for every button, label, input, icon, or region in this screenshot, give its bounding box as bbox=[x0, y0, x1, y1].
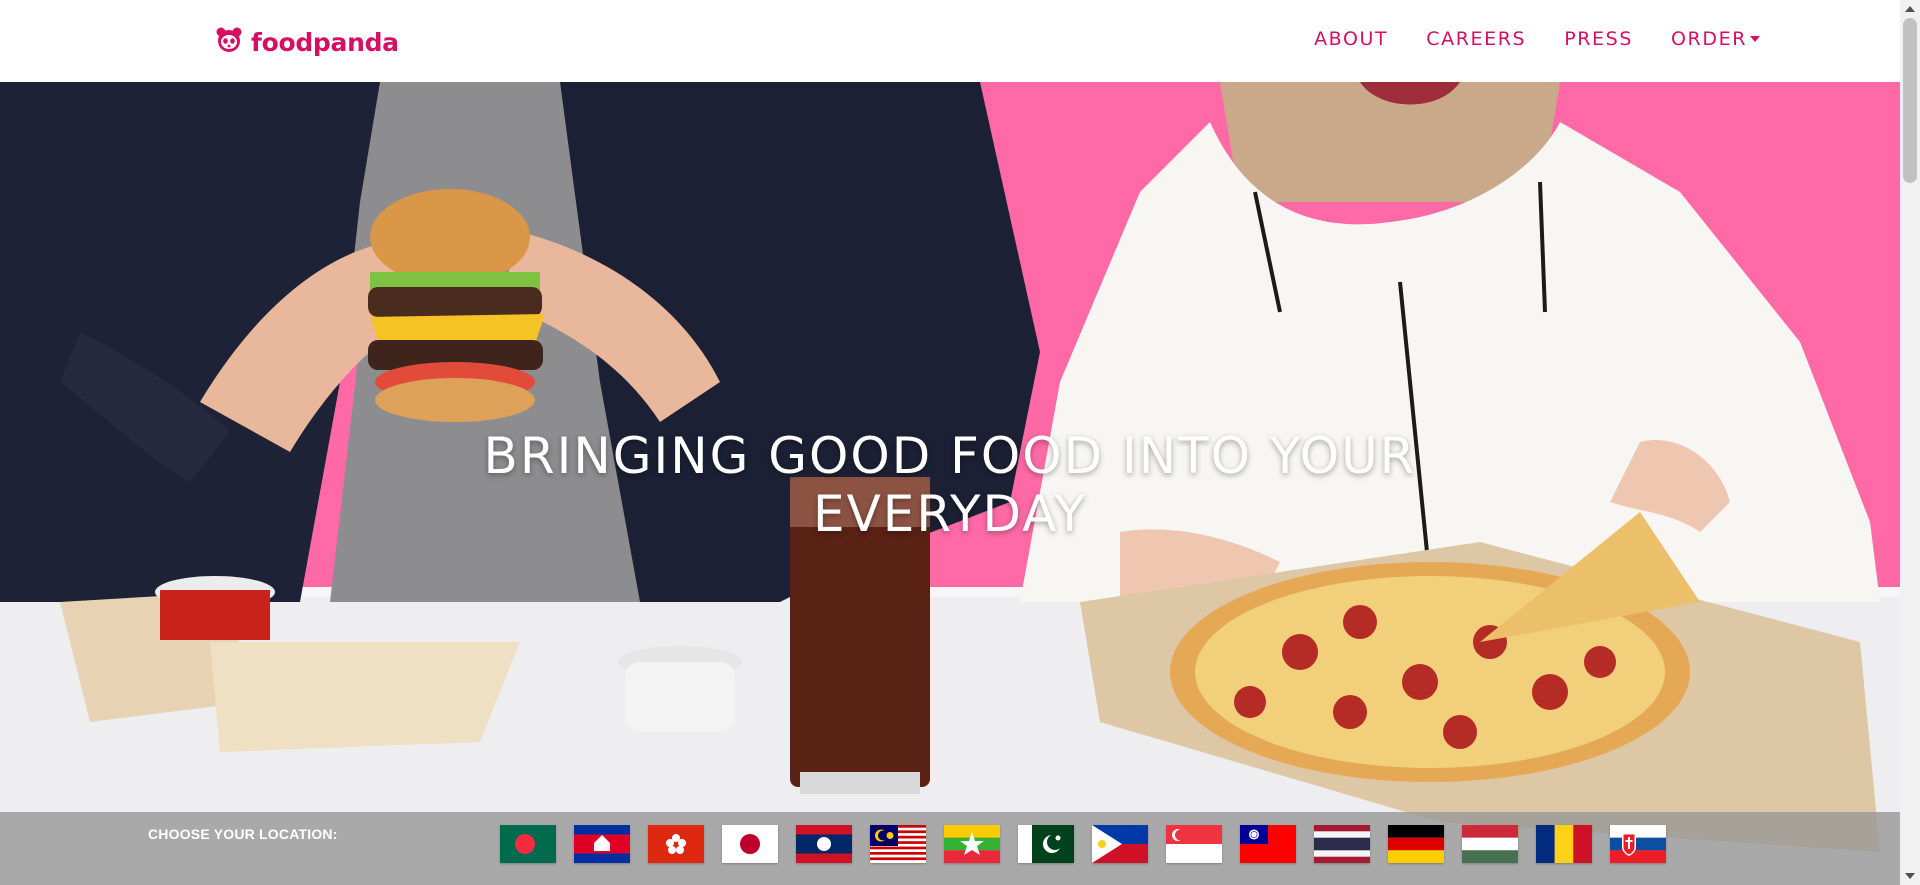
taiwan-flag-icon[interactable] bbox=[1240, 825, 1296, 863]
romania-flag-icon[interactable] bbox=[1536, 825, 1592, 863]
brand-name: foodpanda bbox=[251, 27, 399, 57]
hong-kong-flag-icon[interactable] bbox=[648, 825, 704, 863]
nav-about-label: ABOUT bbox=[1314, 28, 1389, 50]
nav-order-label: ORDER bbox=[1671, 28, 1747, 50]
slovakia-flag-icon[interactable] bbox=[1610, 825, 1666, 863]
singapore-flag-icon[interactable] bbox=[1166, 825, 1222, 863]
scroll-down-icon[interactable] bbox=[1905, 873, 1915, 879]
nav-careers[interactable]: CAREERS bbox=[1426, 28, 1526, 50]
nav-order-dropdown[interactable]: ORDER bbox=[1671, 28, 1760, 50]
scroll-up-icon[interactable] bbox=[1905, 6, 1915, 12]
foodpanda-logo[interactable]: foodpanda bbox=[215, 26, 399, 58]
japan-flag-icon[interactable] bbox=[722, 825, 778, 863]
caret-down-icon bbox=[1750, 36, 1760, 42]
vertical-scrollbar[interactable] bbox=[1900, 0, 1920, 885]
nav-careers-label: CAREERS bbox=[1426, 28, 1527, 50]
flag-list bbox=[500, 825, 1666, 863]
bangladesh-flag-icon[interactable] bbox=[500, 825, 556, 863]
location-label: CHOOSE YOUR LOCATION: bbox=[148, 826, 338, 842]
panda-icon bbox=[215, 26, 243, 59]
nav-press-label: PRESS bbox=[1564, 28, 1633, 50]
malaysia-flag-icon[interactable] bbox=[870, 825, 926, 863]
main-nav: ABOUT CAREERS PRESS ORDER bbox=[1314, 28, 1760, 50]
cambodia-flag-icon[interactable] bbox=[574, 825, 630, 863]
hero-headline-line2: EVERYDAY bbox=[813, 485, 1087, 543]
nav-press[interactable]: PRESS bbox=[1564, 28, 1633, 50]
nav-about[interactable]: ABOUT bbox=[1314, 28, 1388, 50]
pakistan-flag-icon[interactable] bbox=[1018, 825, 1074, 863]
thailand-flag-icon[interactable] bbox=[1314, 825, 1370, 863]
scroll-thumb[interactable] bbox=[1903, 18, 1917, 183]
top-header: foodpanda ABOUT CAREERS PRESS ORDER bbox=[0, 0, 1900, 82]
laos-flag-icon[interactable] bbox=[796, 825, 852, 863]
philippines-flag-icon[interactable] bbox=[1092, 825, 1148, 863]
hungary-flag-icon[interactable] bbox=[1462, 825, 1518, 863]
germany-flag-icon[interactable] bbox=[1388, 825, 1444, 863]
location-bar: CHOOSE YOUR LOCATION: bbox=[0, 812, 1900, 885]
hero-headline: BRINGING GOOD FOOD INTO YOUR EVERYDAY bbox=[0, 427, 1900, 543]
myanmar-flag-icon[interactable] bbox=[944, 825, 1000, 863]
hero-headline-line1: BRINGING GOOD FOOD INTO YOUR bbox=[483, 427, 1417, 485]
hero-banner: BRINGING GOOD FOOD INTO YOUR EVERYDAY bbox=[0, 82, 1900, 885]
